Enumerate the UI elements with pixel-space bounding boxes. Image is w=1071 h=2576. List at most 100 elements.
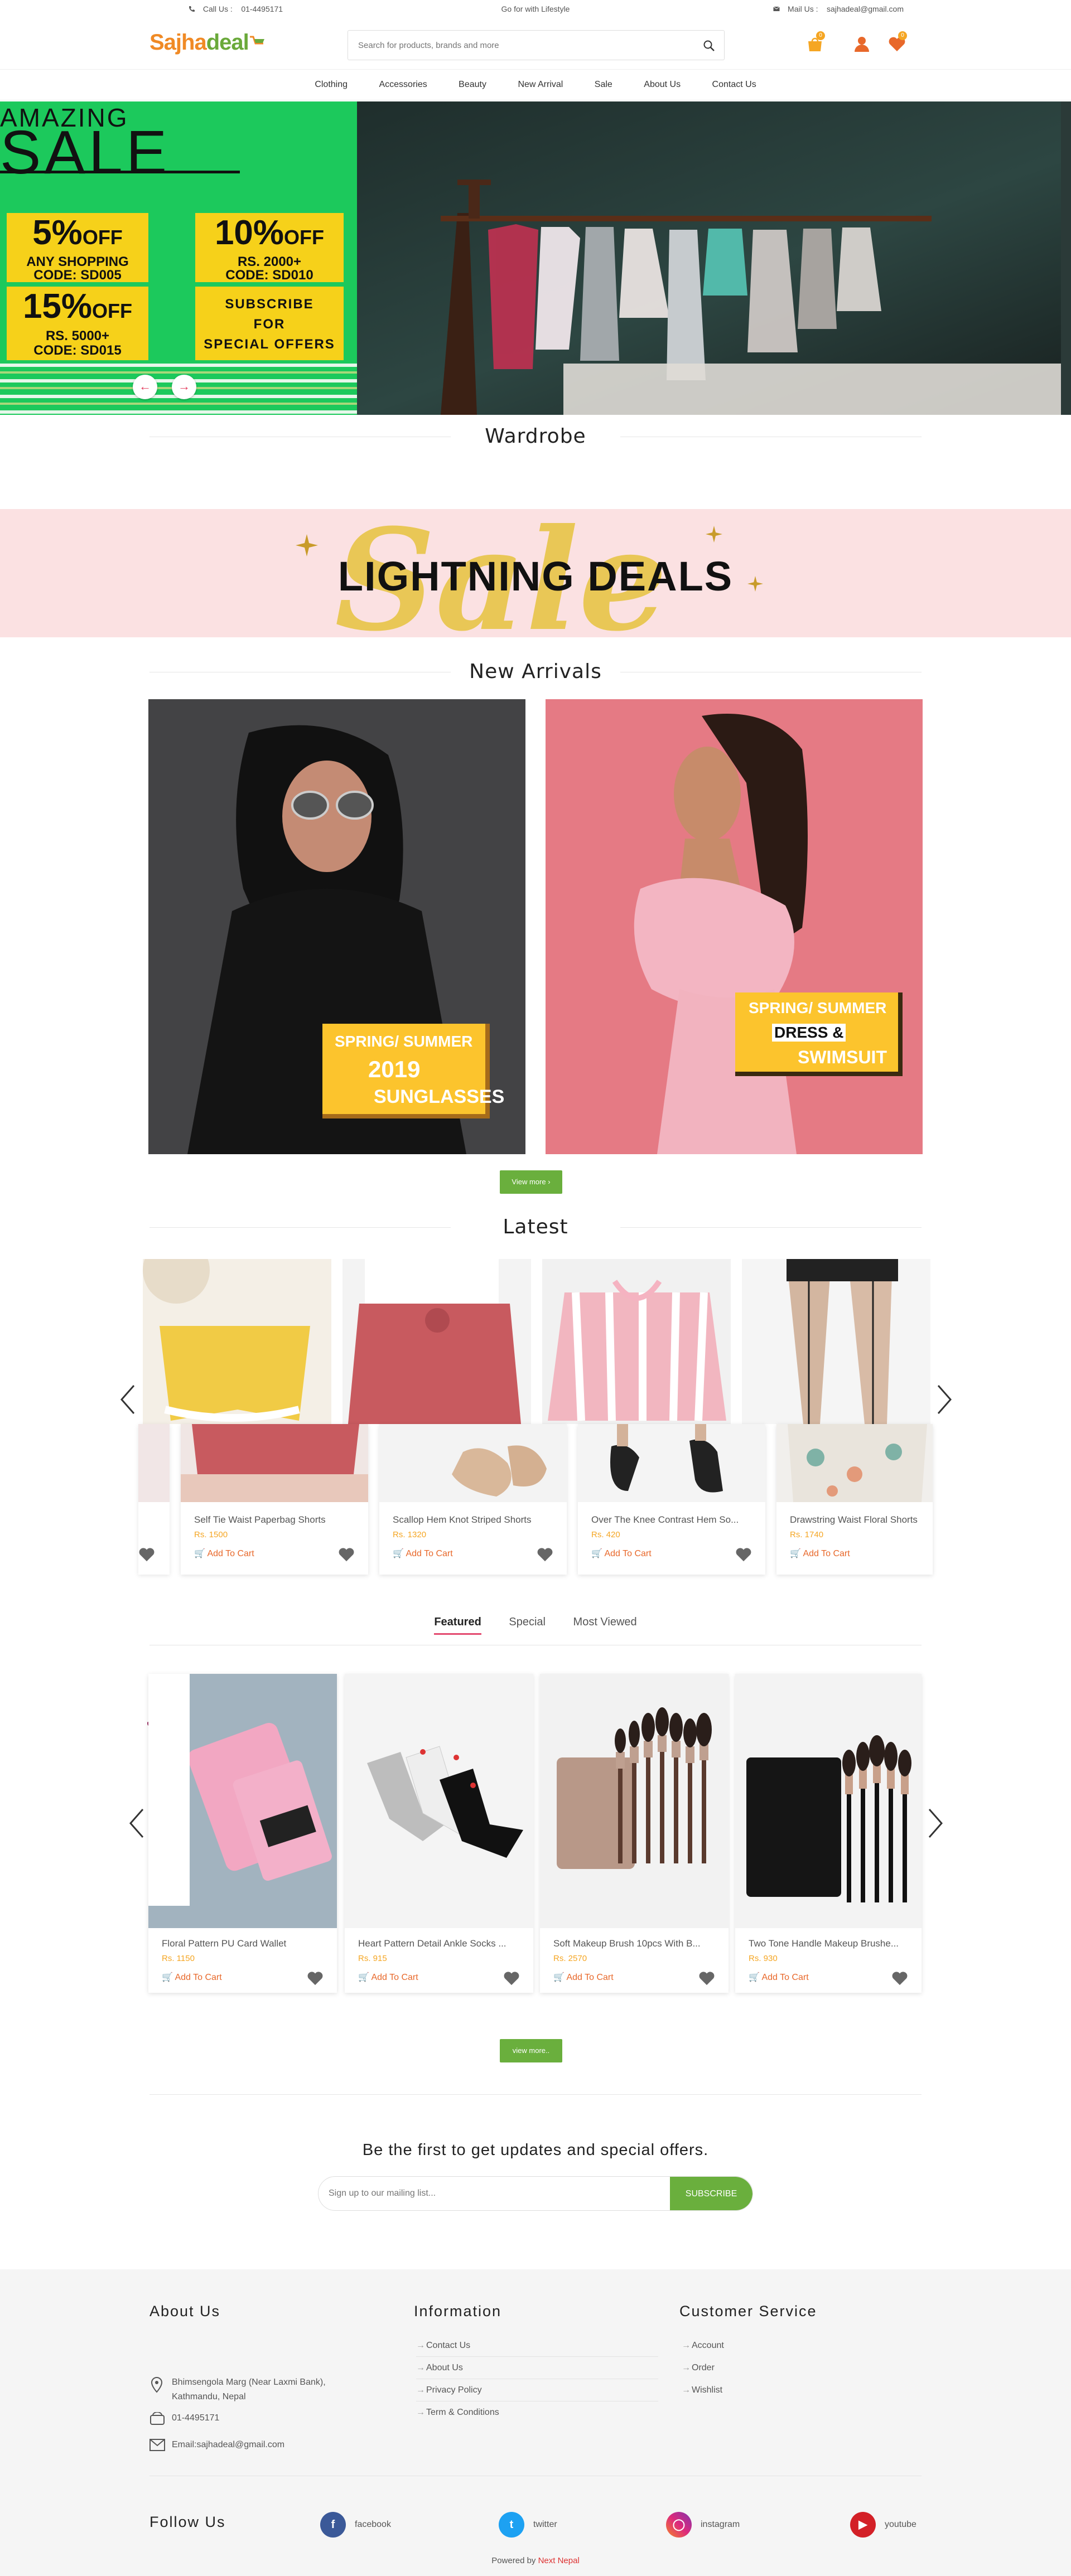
hero-underline [0, 171, 240, 173]
subscribe-button[interactable]: SUBSCRIBE [670, 2177, 752, 2210]
product-image-paperbag-shorts[interactable] [342, 1259, 531, 1424]
arrival-tag-sunglasses: SPRING/ SUMMER 2019 SUNGLASSES [322, 1024, 504, 1118]
account-button[interactable] [851, 31, 874, 54]
nav-beauty[interactable]: Beauty [459, 70, 486, 100]
search-icon[interactable] [703, 40, 715, 52]
heart-icon[interactable] [537, 1547, 553, 1562]
view-more-featured-button[interactable]: view more.. [500, 2039, 562, 2062]
heart-icon[interactable] [891, 1970, 908, 1986]
product-card-partial[interactable] [138, 1424, 170, 1575]
product-image-striped-shorts[interactable] [542, 1259, 731, 1424]
user-icon [855, 37, 869, 52]
footer-link-terms[interactable]: Term & Conditions [416, 2408, 499, 2418]
product-card[interactable]: Soft Makeup Brush 10pcs With B... Rs. 25… [540, 1674, 729, 1993]
social-twitter[interactable]: t twitter [499, 2512, 557, 2538]
product-image[interactable] [578, 1424, 765, 1502]
product-image[interactable] [540, 1674, 729, 1928]
add-to-cart-label: Add To Cart [207, 1549, 254, 1558]
product-name[interactable]: Drawstring Waist Floral Shorts [790, 1514, 933, 1526]
product-card[interactable]: Self Tie Waist Paperbag Shorts Rs. 1500 … [181, 1424, 368, 1575]
footer-link-order[interactable]: Order [682, 2363, 715, 2373]
compare-button[interactable]: 0 [806, 31, 828, 54]
view-more-button[interactable]: View more › [500, 1170, 562, 1194]
add-to-cart-button[interactable]: 🛒 Add To Cart [393, 1548, 453, 1559]
tab-special[interactable]: Special [509, 1616, 546, 1633]
add-to-cart-button[interactable]: 🛒 Add To Cart [162, 1972, 222, 1983]
powered-by-link[interactable]: Next Nepal [538, 2556, 580, 2565]
product-name[interactable]: Floral Pattern PU Card Wallet [162, 1938, 324, 1949]
heart-icon[interactable] [503, 1970, 520, 1986]
footer-link-wishlist[interactable]: Wishlist [682, 2385, 722, 2395]
footer-phone[interactable]: 01-4495171 [172, 2413, 219, 2423]
product-card[interactable]: Heart Pattern Detail Ankle Socks ... Rs.… [345, 1674, 533, 1993]
carousel-next-icon[interactable] [933, 1383, 955, 1416]
email-link[interactable]: sajhadeal@gmail.com [827, 4, 904, 13]
footer-link-account[interactable]: Account [682, 2341, 724, 2351]
add-to-cart-button[interactable]: 🛒 Add To Cart [553, 1972, 614, 1983]
hero-next-button[interactable]: → [172, 375, 196, 399]
heart-icon[interactable] [307, 1970, 324, 1986]
footer-link-privacy-policy[interactable]: Privacy Policy [416, 2385, 482, 2395]
nav-contact-us[interactable]: Contact Us [712, 70, 756, 100]
product-name[interactable]: Scallop Hem Knot Striped Shorts [393, 1514, 532, 1526]
lightning-deals-banner[interactable]: Sale LIGHTNING DEALS [0, 509, 1071, 637]
nav-about-us[interactable]: About Us [644, 70, 681, 100]
product-name[interactable]: Heart Pattern Detail Ankle Socks ... [358, 1938, 520, 1949]
arrival-tag1-line1: SPRING/ SUMMER [335, 1033, 473, 1050]
carousel-prev-icon[interactable] [117, 1383, 139, 1416]
product-name[interactable]: Soft Makeup Brush 10pcs With B... [553, 1938, 715, 1949]
product-card[interactable]: Over The Knee Contrast Hem So... Rs. 420… [578, 1424, 765, 1575]
arrival-sunglasses-banner[interactable]: SPRING/ SUMMER 2019 SUNGLASSES [148, 699, 525, 1154]
social-instagram[interactable]: ◯ instagram [666, 2512, 740, 2538]
nav-clothing[interactable]: Clothing [315, 70, 348, 100]
product-image-stockings[interactable] [742, 1259, 930, 1424]
product-image-yellow-shorts[interactable] [143, 1237, 331, 1424]
heart-icon[interactable] [338, 1547, 355, 1562]
product-card[interactable]: Scallop Hem Knot Striped Shorts Rs. 1320… [379, 1424, 567, 1575]
add-to-cart-button[interactable]: 🛒 Add To Cart [591, 1548, 652, 1559]
product-card[interactable]: Floral Pattern PU Card Wallet Rs. 1150 🛒… [148, 1674, 337, 1993]
product-image[interactable] [735, 1674, 922, 1928]
tab-most-viewed[interactable]: Most Viewed [573, 1616, 637, 1633]
product-image[interactable] [345, 1674, 533, 1928]
product-image[interactable] [181, 1424, 368, 1502]
social-youtube[interactable]: ▶ youtube [850, 2512, 916, 2538]
heart-icon[interactable] [138, 1547, 155, 1562]
add-to-cart-button[interactable]: 🛒 Add To Cart [358, 1972, 418, 1983]
search-input[interactable] [358, 36, 682, 54]
product-card[interactable]: Drawstring Waist Floral Shorts Rs. 1740 … [776, 1424, 933, 1575]
nav-accessories[interactable]: Accessories [379, 70, 427, 100]
wishlist-button[interactable]: 0 [888, 31, 910, 54]
tab-featured[interactable]: Featured [434, 1616, 481, 1635]
newsletter-email-input[interactable] [329, 2185, 641, 2202]
search-bar [348, 30, 725, 60]
product-image[interactable] [776, 1424, 933, 1502]
carousel-prev-icon[interactable] [126, 1807, 148, 1840]
product-name[interactable]: Self Tie Waist Paperbag Shorts [194, 1514, 326, 1526]
swimsuit-model-image [546, 699, 923, 1154]
heart-icon[interactable] [735, 1547, 752, 1562]
footer-link-about-us[interactable]: About Us [416, 2363, 463, 2373]
nav-new-arrival[interactable]: New Arrival [518, 70, 563, 100]
add-to-cart-button[interactable]: 🛒 Add To Cart [194, 1548, 254, 1559]
add-to-cart-button[interactable]: 🛒 Add To Cart [790, 1548, 850, 1559]
product-card[interactable]: Two Tone Handle Makeup Brushe... Rs. 930… [735, 1674, 922, 1993]
hero-prev-button[interactable]: ← [133, 375, 157, 399]
product-name[interactable]: Over The Knee Contrast Hem So... [591, 1514, 739, 1526]
arrival-swimsuit-banner[interactable]: SPRING/ SUMMER DRESS & SWIMSUIT [546, 699, 923, 1154]
product-image[interactable] [187, 1674, 337, 1906]
footer-email[interactable]: Email:sajhadeal@gmail.com [172, 2440, 284, 2450]
product-image[interactable] [379, 1424, 567, 1502]
promo-10-percent: 10%OFF RS. 2000+ CODE: SD010 [195, 213, 344, 282]
promo2-line1: RS. 2000+ [237, 254, 302, 269]
footer-link-contact-us[interactable]: Contact Us [416, 2341, 470, 2351]
nav-sale[interactable]: Sale [595, 70, 612, 100]
product-name[interactable]: Two Tone Handle Makeup Brushe... [749, 1938, 908, 1949]
heart-icon[interactable] [698, 1970, 715, 1986]
carousel-next-icon[interactable] [924, 1807, 946, 1840]
site-logo[interactable]: Sajhadeal [149, 30, 264, 55]
newsletter-divider [149, 2094, 922, 2095]
social-facebook[interactable]: f facebook [320, 2512, 391, 2538]
add-to-cart-button[interactable]: 🛒 Add To Cart [749, 1972, 809, 1983]
newsletter-title: Be the first to get updates and special … [362, 2141, 709, 2159]
